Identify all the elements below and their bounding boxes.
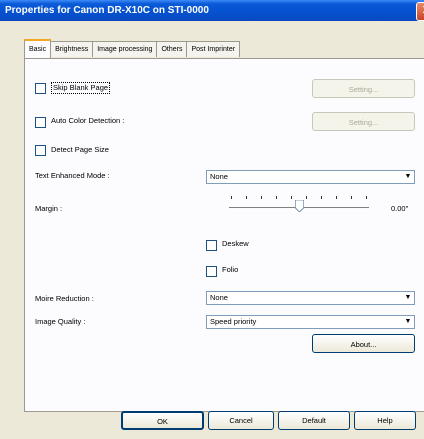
text-enhanced-mode-select[interactable]: None ▼ bbox=[206, 170, 415, 184]
properties-dialog: Properties for Canon DR-X10C on STI-0000… bbox=[0, 0, 424, 439]
moire-reduction-label: Moire Reduction : bbox=[35, 294, 94, 303]
slider-tick bbox=[306, 196, 307, 199]
about-button[interactable]: About... bbox=[312, 334, 415, 353]
slider-tick bbox=[276, 196, 277, 199]
tab-basic[interactable]: Basic bbox=[24, 39, 52, 58]
deskew-checkbox[interactable] bbox=[206, 240, 217, 251]
folio-label: Folio bbox=[222, 265, 239, 274]
margin-label: Margin : bbox=[35, 204, 63, 213]
moire-reduction-value: None bbox=[210, 293, 228, 302]
text-enhanced-mode-label: Text Enhanced Mode : bbox=[35, 171, 110, 180]
slider-tick bbox=[291, 196, 292, 199]
tab-image-processing[interactable]: Image processing bbox=[92, 41, 158, 57]
help-button[interactable]: Help bbox=[354, 411, 416, 430]
close-button[interactable]: X bbox=[416, 2, 424, 21]
margin-value: 0.00" bbox=[391, 204, 409, 213]
tab-strip: Basic Brightness Image processing Others… bbox=[24, 39, 241, 58]
slider-tick bbox=[351, 196, 352, 199]
image-quality-value: Speed priority bbox=[210, 317, 257, 326]
window-title: Properties for Canon DR-X10C on STI-0000 bbox=[5, 5, 209, 16]
image-quality-label: Image Quality : bbox=[35, 317, 86, 326]
auto-color-detection-label: Auto Color Detection : bbox=[51, 116, 125, 125]
title-bar[interactable]: Properties for Canon DR-X10C on STI-0000… bbox=[0, 0, 424, 21]
skip-blank-page-setting-button[interactable]: Setting... bbox=[312, 79, 415, 98]
detect-page-size-label: Detect Page Size bbox=[51, 145, 109, 154]
moire-reduction-select[interactable]: None ▼ bbox=[206, 291, 415, 305]
slider-tick bbox=[261, 196, 262, 199]
tab-brightness[interactable]: Brightness bbox=[50, 41, 94, 57]
slider-thumb-icon[interactable] bbox=[295, 200, 304, 212]
image-quality-select[interactable]: Speed priority ▼ bbox=[206, 315, 415, 329]
text-enhanced-mode-value: None bbox=[210, 172, 228, 181]
slider-tick bbox=[366, 196, 367, 199]
deskew-label: Deskew bbox=[222, 239, 249, 248]
default-button[interactable]: Default bbox=[278, 411, 350, 430]
detect-page-size-checkbox[interactable] bbox=[35, 145, 46, 156]
slider-tick bbox=[336, 196, 337, 199]
chevron-down-icon[interactable]: ▼ bbox=[402, 292, 414, 304]
cancel-button[interactable]: Cancel bbox=[208, 411, 274, 430]
skip-blank-page-label: Skip Blank Page bbox=[51, 82, 111, 94]
auto-color-detection-setting-button[interactable]: Setting... bbox=[312, 112, 415, 131]
skip-blank-page-checkbox[interactable] bbox=[35, 83, 46, 94]
slider-tick bbox=[321, 196, 322, 199]
slider-tick bbox=[246, 196, 247, 199]
tab-post-imprinter[interactable]: Post Imprinter bbox=[186, 41, 241, 57]
folio-checkbox[interactable] bbox=[206, 266, 217, 277]
chevron-down-icon[interactable]: ▼ bbox=[402, 316, 414, 328]
slider-tick bbox=[231, 196, 232, 199]
tab-others[interactable]: Others bbox=[156, 41, 188, 57]
auto-color-detection-checkbox[interactable] bbox=[35, 117, 46, 128]
ok-button[interactable]: OK bbox=[121, 411, 204, 430]
chevron-down-icon[interactable]: ▼ bbox=[402, 171, 414, 183]
